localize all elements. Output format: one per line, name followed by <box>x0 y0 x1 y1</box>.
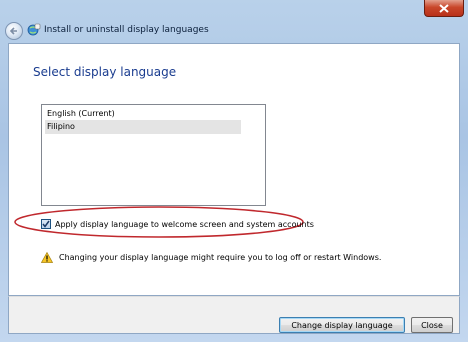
language-listbox[interactable]: English (Current) Filipino <box>41 104 266 206</box>
close-window-button[interactable] <box>424 0 464 17</box>
content-panel: Select display language English (Current… <box>8 43 460 296</box>
globe-language-icon <box>27 23 41 36</box>
close-icon <box>439 3 449 13</box>
checkmark-icon <box>42 220 50 228</box>
dialog-window: Install or uninstall display languages S… <box>0 0 468 342</box>
apply-welcome-screen-option[interactable]: Apply display language to welcome screen… <box>41 217 314 231</box>
change-display-language-button[interactable]: Change display language <box>279 317 405 333</box>
language-item-filipino[interactable]: Filipino <box>45 120 241 134</box>
apply-welcome-screen-label[interactable]: Apply display language to welcome screen… <box>55 220 314 229</box>
button-bar: Change display language Close <box>8 296 460 334</box>
warning-text: Changing your display language might req… <box>59 252 382 262</box>
apply-welcome-screen-checkbox[interactable] <box>41 219 51 229</box>
window-title: Install or uninstall display languages <box>44 25 209 35</box>
language-item-english[interactable]: English (Current) <box>45 107 241 121</box>
back-button[interactable] <box>5 22 23 40</box>
warning-icon <box>41 251 53 263</box>
warning-message: Changing your display language might req… <box>41 250 381 264</box>
close-button[interactable]: Close <box>411 317 453 333</box>
title-bar: Install or uninstall display languages <box>0 0 468 46</box>
page-heading: Select display language <box>33 65 177 79</box>
back-arrow-icon <box>9 27 17 35</box>
